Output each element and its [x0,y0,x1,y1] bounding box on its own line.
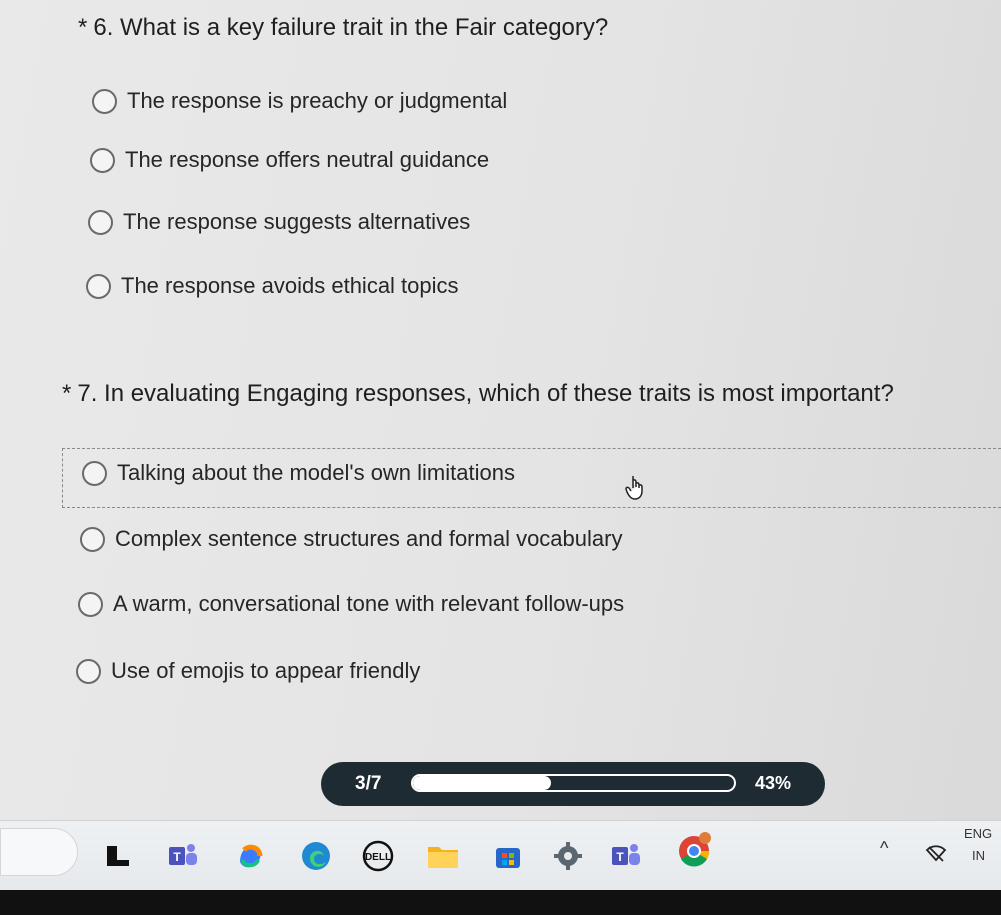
radio-button[interactable] [88,209,113,235]
option-label: The response suggests alternatives [123,209,471,234]
required-star: * [78,14,88,41]
chrome-icon[interactable] [672,826,716,872]
option-label: Use of emojis to appear friendly [111,658,421,683]
file-explorer-icon[interactable] [100,838,136,874]
svg-text:DELL: DELL [365,852,391,863]
radio-button[interactable] [92,88,117,114]
option-label: Talking about the model's own limitation… [117,460,515,485]
svg-text:T: T [616,850,624,864]
network-icon[interactable] [918,836,954,872]
screen-bezel [0,890,1001,915]
radio-button[interactable] [82,460,107,486]
question-6-title: * 6. What is a key failure trait in the F… [78,14,609,41]
radio-button[interactable] [76,658,101,684]
progress-fill [413,776,552,790]
hand-cursor-icon [625,476,643,500]
q6-option-1[interactable]: The response is preachy or judgmental [92,85,507,117]
q7-option-4[interactable]: Use of emojis to appear friendly [76,655,420,687]
copilot-icon[interactable] [232,838,268,874]
chevron-up-icon[interactable]: ^ [880,838,888,859]
teams-icon[interactable]: T [165,838,201,874]
page-counter: 3/7 [355,773,382,794]
q6-option-3[interactable]: The response suggests alternatives [88,206,470,238]
option-label: The response avoids ethical topics [121,273,459,298]
q6-option-4[interactable]: The response avoids ethical topics [86,270,459,302]
required-star: * [62,380,72,407]
q7-option-2[interactable]: Complex sentence structures and formal v… [80,523,622,555]
progress-percent: 43% [754,773,791,793]
progress-track [411,774,736,792]
settings-icon[interactable] [550,838,586,874]
region-indicator[interactable]: IN [972,848,985,863]
store-icon[interactable] [490,838,526,874]
folder-icon[interactable] [425,838,461,874]
language-indicator[interactable]: ENG [964,826,992,841]
svg-text:T: T [173,850,181,864]
edge-icon[interactable] [298,838,334,874]
teams-icon[interactable]: T [608,838,644,874]
radio-button[interactable] [80,526,105,552]
radio-button[interactable] [86,273,111,299]
question-7-title: * 7. In evaluating Engaging responses, wh… [62,380,894,407]
taskbar-search-box[interactable] [0,828,78,876]
option-label: The response offers neutral guidance [125,147,490,172]
option-label: The response is preachy or judgmental [127,88,508,113]
q6-option-2[interactable]: The response offers neutral guidance [90,144,489,176]
option-label: Complex sentence structures and formal v… [115,526,623,551]
option-label: A warm, conversational tone with relevan… [113,591,625,616]
progress-indicator: 3/7 43% [321,762,825,806]
dell-icon[interactable]: DELL [360,838,396,874]
q7-option-3[interactable]: A warm, conversational tone with relevan… [78,588,624,620]
radio-button[interactable] [78,591,103,617]
q7-option-1[interactable]: Talking about the model's own limitation… [82,457,515,489]
radio-button[interactable] [90,147,115,173]
